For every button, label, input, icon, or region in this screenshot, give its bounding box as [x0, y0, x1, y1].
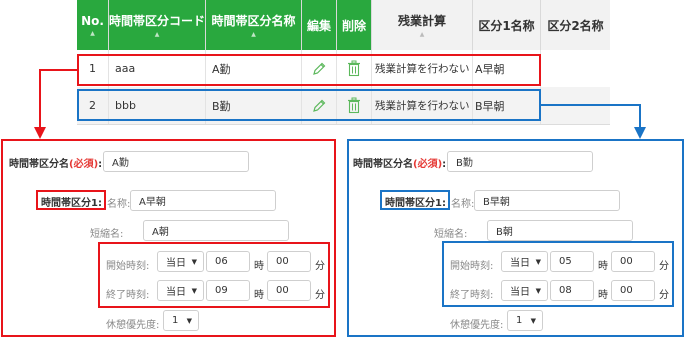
break-priority-label: 休憩優先度:	[450, 320, 504, 331]
sub-name-label: 名称:	[451, 199, 475, 210]
start-minute-field[interactable]: 00	[611, 251, 655, 272]
start-time-label: 開始時刻:	[450, 261, 494, 272]
colon: :	[98, 159, 103, 170]
zone-name-label-text: 時間帯区分名	[353, 159, 413, 170]
caret-down-icon: ▼	[530, 317, 536, 325]
minute-unit: 分	[315, 261, 325, 272]
minute-unit: 分	[315, 290, 325, 301]
required-mark: (必須)	[69, 159, 99, 170]
section-label: 時間帯区分1:	[41, 198, 102, 209]
end-time-label: 終了時刻:	[106, 290, 150, 301]
zone-name-label: 時間帯区分名(必須):	[353, 155, 446, 170]
sub-name-field[interactable]: B早朝	[474, 190, 620, 211]
start-day-select[interactable]: 当日 ▼	[157, 251, 204, 272]
blue-connector	[541, 104, 641, 128]
zone-name-field[interactable]: B勤	[447, 151, 593, 172]
start-minute-field[interactable]: 00	[267, 251, 311, 272]
section-label: 時間帯区分1:	[385, 198, 446, 209]
break-priority-label: 休憩優先度:	[106, 320, 160, 331]
blue-arrowhead	[634, 127, 646, 139]
start-day-value: 当日	[510, 258, 530, 269]
hour-unit: 時	[598, 290, 608, 301]
end-time-label: 終了時刻:	[450, 290, 494, 301]
break-priority-value: 1	[172, 315, 179, 326]
detail-panel-b: 時間帯区分名(必須): B勤 時間帯区分1: 名称: B早朝 短縮名: B朝 開…	[347, 139, 684, 337]
end-minute-field[interactable]: 00	[267, 280, 311, 301]
end-hour-field[interactable]: 08	[550, 280, 594, 301]
end-minute-field[interactable]: 00	[611, 280, 655, 301]
hour-unit: 時	[254, 290, 264, 301]
start-time-label: 開始時刻:	[106, 261, 150, 272]
minute-unit: 分	[659, 290, 669, 301]
red-arrowhead	[34, 127, 46, 139]
caret-down-icon: ▼	[535, 258, 541, 266]
zone-name-label-text: 時間帯区分名	[9, 159, 69, 170]
hour-unit: 時	[254, 261, 264, 272]
start-hour-field[interactable]: 05	[550, 251, 594, 272]
red-connector	[39, 69, 77, 128]
start-day-value: 当日	[166, 258, 186, 269]
break-priority-value: 1	[516, 315, 523, 326]
end-day-value: 当日	[510, 287, 530, 298]
break-priority-select[interactable]: 1 ▼	[507, 310, 543, 331]
short-name-label: 短縮名:	[434, 229, 468, 240]
caret-down-icon: ▼	[535, 287, 541, 295]
required-mark: (必須)	[413, 159, 443, 170]
end-day-select[interactable]: 当日 ▼	[157, 280, 204, 301]
colon: :	[442, 159, 447, 170]
break-priority-select[interactable]: 1 ▼	[163, 310, 199, 331]
end-day-select[interactable]: 当日 ▼	[501, 280, 548, 301]
minute-unit: 分	[659, 261, 669, 272]
short-name-label: 短縮名:	[90, 229, 124, 240]
zone-name-field[interactable]: A勤	[103, 151, 249, 172]
start-day-select[interactable]: 当日 ▼	[501, 251, 548, 272]
detail-panel-a: 時間帯区分名(必須): A勤 時間帯区分1: 名称: A早朝 短縮名: A朝 開…	[1, 139, 336, 337]
zone-name-label: 時間帯区分名(必須):	[9, 155, 102, 170]
start-hour-field[interactable]: 06	[206, 251, 250, 272]
connector-arrows	[34, 69, 646, 139]
hour-unit: 時	[598, 261, 608, 272]
end-hour-field[interactable]: 09	[206, 280, 250, 301]
end-day-value: 当日	[166, 287, 186, 298]
short-name-field[interactable]: B朝	[487, 220, 633, 241]
caret-down-icon: ▼	[186, 317, 192, 325]
caret-down-icon: ▼	[191, 258, 197, 266]
sub-name-label: 名称:	[107, 199, 131, 210]
short-name-field[interactable]: A朝	[143, 220, 289, 241]
caret-down-icon: ▼	[191, 287, 197, 295]
sub-name-field[interactable]: A早朝	[130, 190, 276, 211]
